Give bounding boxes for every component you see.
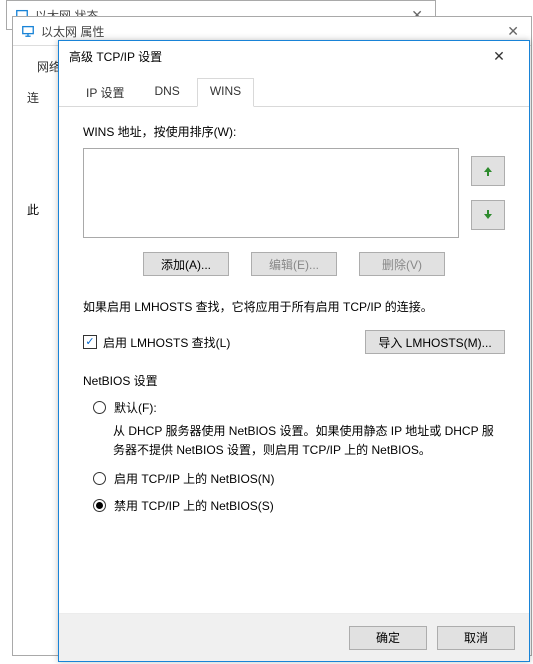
radio-disable-label: 禁用 TCP/IP 上的 NetBIOS(S) bbox=[114, 497, 274, 514]
dialog-footer: 确定 取消 bbox=[59, 613, 529, 661]
radio-default-label: 默认(F): bbox=[114, 399, 157, 416]
checkbox-icon: ✓ bbox=[83, 335, 97, 349]
move-down-button[interactable] bbox=[471, 200, 505, 230]
radio-icon bbox=[93, 472, 106, 485]
move-up-button[interactable] bbox=[471, 156, 505, 186]
netbios-group-label: NetBIOS 设置 bbox=[83, 372, 505, 389]
radio-icon bbox=[93, 499, 106, 512]
arrow-up-icon bbox=[482, 165, 494, 177]
dialog-titlebar: 高级 TCP/IP 设置 ✕ bbox=[59, 41, 529, 71]
close-icon[interactable]: ✕ bbox=[503, 23, 523, 40]
label-this: 此 bbox=[27, 201, 39, 218]
remove-button[interactable]: 删除(V) bbox=[359, 252, 445, 276]
enable-lmhosts-label: 启用 LMHOSTS 查找(L) bbox=[103, 334, 230, 351]
import-lmhosts-button[interactable]: 导入 LMHOSTS(M)... bbox=[365, 330, 505, 354]
tab-content: WINS 地址，按使用排序(W): 添加(A)... 编辑(E)... 删除(V… bbox=[59, 107, 529, 613]
radio-enable-netbios[interactable]: 启用 TCP/IP 上的 NetBIOS(N) bbox=[93, 470, 505, 487]
network-icon bbox=[21, 24, 35, 38]
cancel-button[interactable]: 取消 bbox=[437, 626, 515, 650]
lmhosts-info-text: 如果启用 LMHOSTS 查找，它将应用于所有启用 TCP/IP 的连接。 bbox=[83, 298, 505, 316]
radio-default-desc: 从 DHCP 服务器使用 NetBIOS 设置。如果使用静态 IP 地址或 DH… bbox=[113, 422, 505, 460]
tab-wins[interactable]: WINS bbox=[197, 78, 254, 107]
enable-lmhosts-checkbox[interactable]: ✓ 启用 LMHOSTS 查找(L) bbox=[83, 334, 230, 351]
radio-icon bbox=[93, 401, 106, 414]
dialog-title: 高级 TCP/IP 设置 bbox=[69, 48, 162, 65]
arrow-down-icon bbox=[482, 209, 494, 221]
wins-address-label: WINS 地址，按使用排序(W): bbox=[83, 123, 505, 140]
ok-button[interactable]: 确定 bbox=[349, 626, 427, 650]
close-button[interactable]: ✕ bbox=[479, 42, 519, 70]
radio-disable-netbios[interactable]: 禁用 TCP/IP 上的 NetBIOS(S) bbox=[93, 497, 505, 514]
advanced-tcpip-dialog: 高级 TCP/IP 设置 ✕ IP 设置 DNS WINS WINS 地址，按使… bbox=[58, 40, 530, 662]
radio-default[interactable]: 默认(F): bbox=[93, 399, 505, 416]
tab-dns[interactable]: DNS bbox=[141, 78, 192, 107]
wins-address-list[interactable] bbox=[83, 148, 459, 238]
tab-ip-settings[interactable]: IP 设置 bbox=[73, 78, 137, 107]
radio-enable-label: 启用 TCP/IP 上的 NetBIOS(N) bbox=[114, 470, 274, 487]
add-button[interactable]: 添加(A)... bbox=[143, 252, 229, 276]
properties-title: 以太网 属性 bbox=[41, 23, 104, 40]
tabstrip: IP 设置 DNS WINS bbox=[59, 71, 529, 107]
edit-button[interactable]: 编辑(E)... bbox=[251, 252, 337, 276]
